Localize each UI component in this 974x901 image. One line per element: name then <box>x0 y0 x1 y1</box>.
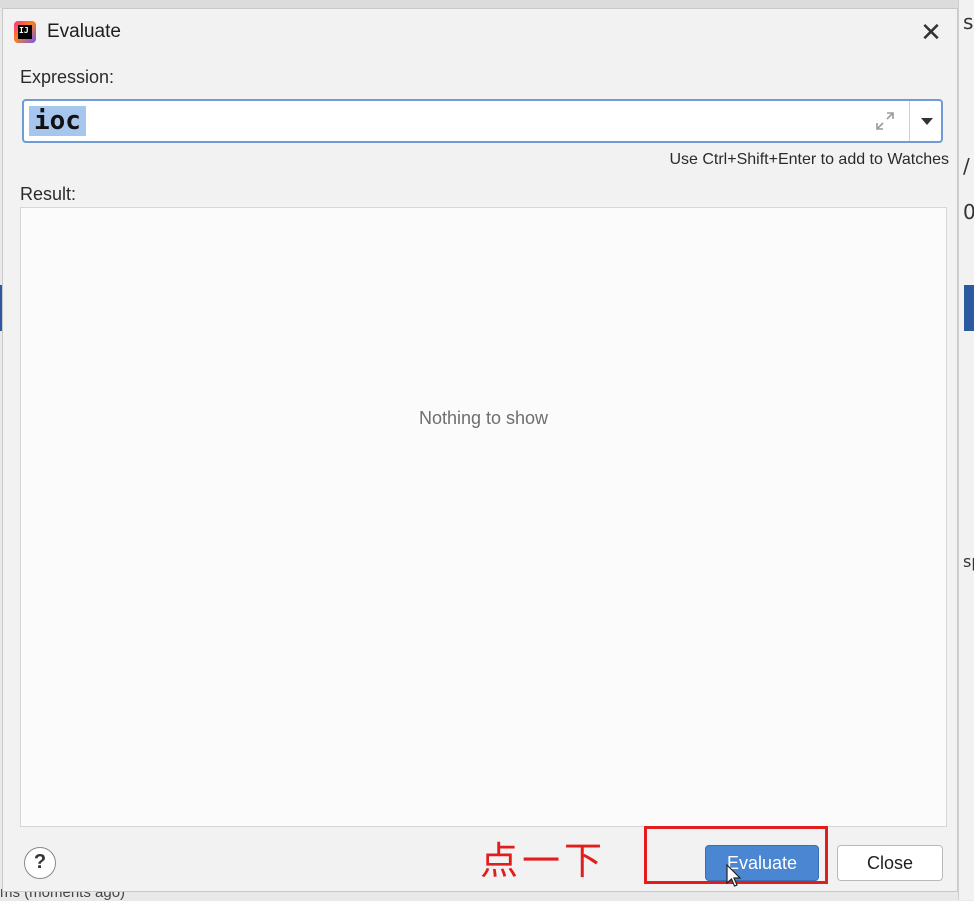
dialog-title: Evaluate <box>47 21 121 42</box>
watches-hint: Use Ctrl+Shift+Enter to add to Watches <box>669 151 949 168</box>
mouse-cursor-icon <box>726 864 742 887</box>
background-text: / <box>963 154 970 178</box>
background-text: sp <box>963 552 974 571</box>
expression-input[interactable]: ioc <box>29 106 86 136</box>
background-text: 0 <box>963 200 974 224</box>
app-icon-glyph: IJ <box>18 25 32 39</box>
close-button[interactable]: Close <box>837 845 943 881</box>
evaluate-dialog: IJ Evaluate ✕ Expression: ioc Use Ctrl+S… <box>2 8 958 892</box>
expression-field[interactable]: ioc <box>22 99 943 143</box>
background-selected-row <box>964 285 974 331</box>
empty-state-text: Nothing to show <box>418 408 549 428</box>
annotation-text: 点一下 <box>480 839 607 883</box>
background-text: s <box>963 10 974 34</box>
expression-label: Expression: <box>20 67 115 87</box>
dropdown-divider <box>909 101 910 141</box>
result-panel[interactable]: Nothing to show <box>20 207 947 827</box>
help-button[interactable]: ? <box>24 847 56 879</box>
chevron-down-icon <box>921 118 933 125</box>
dialog-title-bar[interactable]: IJ Evaluate ✕ <box>3 9 957 53</box>
result-label: Result: <box>20 184 77 204</box>
history-dropdown-button[interactable] <box>912 101 942 141</box>
expand-icon[interactable] <box>872 108 898 134</box>
background-window-top <box>0 0 974 8</box>
close-icon[interactable]: ✕ <box>915 17 947 49</box>
background-window-right-edge <box>958 0 974 900</box>
intellij-app-icon: IJ <box>14 21 36 43</box>
